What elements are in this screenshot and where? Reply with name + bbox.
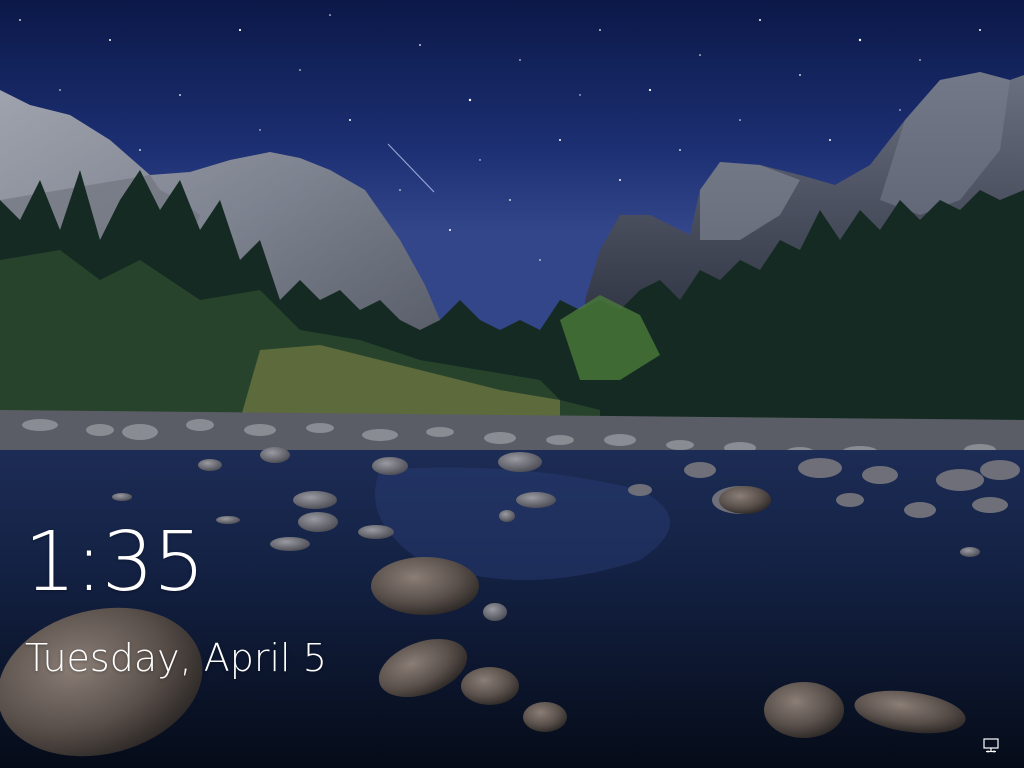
network-icon[interactable] [982,738,1002,754]
lock-screen[interactable]: 1:35 Tuesday, April 5 [0,0,1024,768]
date-label: Tuesday, April 5 [25,636,327,680]
clock-time: 1:35 [24,515,205,610]
